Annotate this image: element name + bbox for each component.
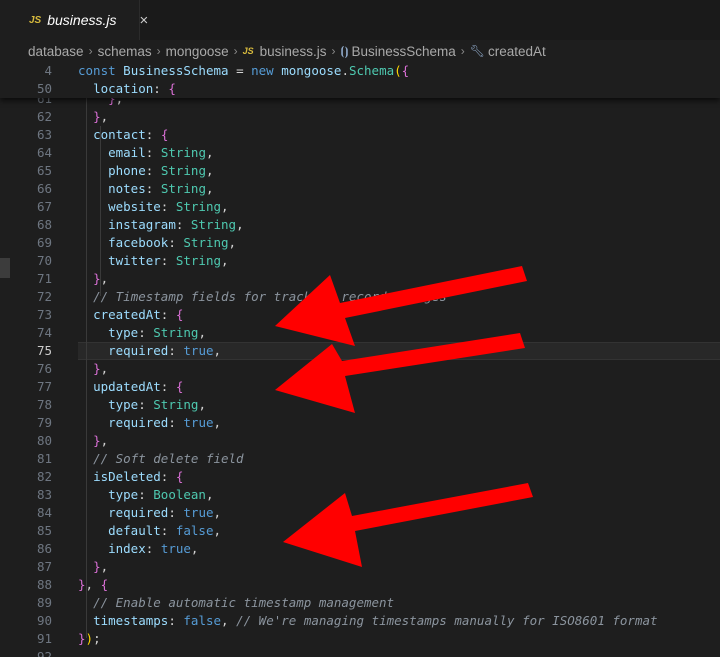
arrow-isDeleted [283, 483, 533, 567]
arrow-updatedAt [275, 333, 525, 413]
arrow-createdAt [275, 266, 527, 346]
annotation-arrows [275, 266, 533, 567]
